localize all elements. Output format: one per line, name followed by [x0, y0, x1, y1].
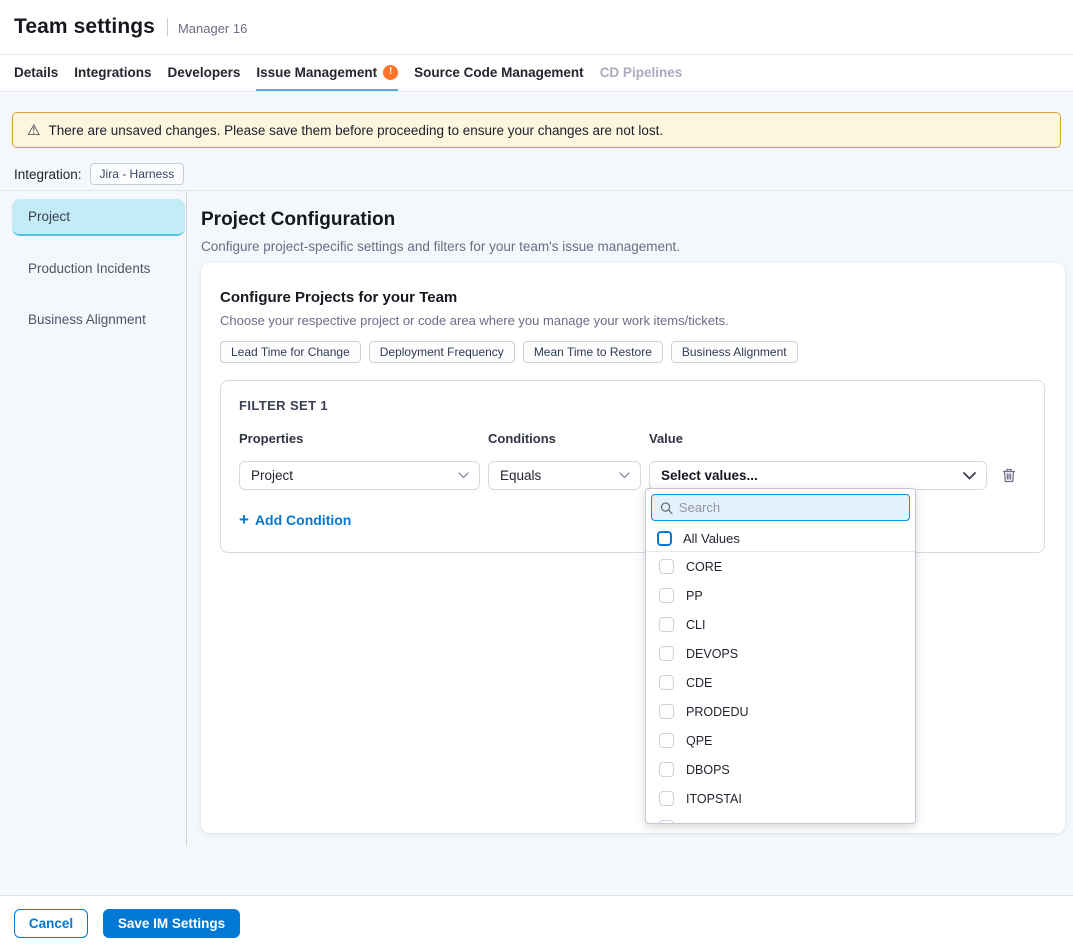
tab-developers[interactable]: Developers — [168, 56, 241, 91]
condition-select[interactable]: Equals — [488, 461, 641, 490]
tab-source-code-management[interactable]: Source Code Management — [414, 56, 584, 91]
all-values-option[interactable]: All Values — [646, 525, 915, 552]
checkbox[interactable] — [659, 559, 674, 574]
chip-deployment-frequency: Deployment Frequency — [369, 341, 515, 363]
dropdown-option-core[interactable]: CORE — [646, 552, 915, 581]
dropdown-option-devops[interactable]: DEVOPS — [646, 639, 915, 668]
card-title: Configure Projects for your Team — [220, 289, 1045, 306]
unsaved-changes-badge-icon: ! — [383, 65, 398, 80]
plus-icon: + — [239, 511, 249, 528]
chip-mean-time-to-restore: Mean Time to Restore — [523, 341, 663, 363]
sidebar-item-project[interactable]: Project — [12, 199, 185, 236]
checkbox-all-values[interactable] — [657, 531, 672, 546]
checkbox[interactable] — [659, 588, 674, 603]
checkbox[interactable] — [659, 762, 674, 777]
chevron-down-icon — [963, 472, 976, 480]
chevron-down-icon — [458, 472, 469, 479]
chip-business-alignment: Business Alignment — [671, 341, 798, 363]
title-divider — [167, 18, 168, 36]
unsaved-changes-banner: ⚠ There are unsaved changes. Please save… — [12, 112, 1061, 148]
trash-icon — [1001, 467, 1017, 484]
checkbox[interactable] — [659, 617, 674, 632]
project-config-panel: Configure Projects for your Team Choose … — [201, 263, 1065, 833]
sidebar-item-business-alignment[interactable]: Business Alignment — [0, 301, 186, 338]
dropdown-search[interactable] — [651, 494, 910, 521]
save-im-settings-button[interactable]: Save IM Settings — [103, 909, 240, 938]
property-select[interactable]: Project — [239, 461, 480, 490]
tab-cd-pipelines: CD Pipelines — [600, 56, 683, 91]
filter-set-1: FILTER SET 1 Properties Conditions Value… — [220, 380, 1045, 553]
filter-row: Project Equals Select values... — [239, 461, 1026, 490]
settings-tabbar: Details Integrations Developers Issue Ma… — [0, 56, 1073, 92]
dropdown-option-pp[interactable]: PP — [646, 581, 915, 610]
page-header: Team settings Manager 16 — [0, 0, 1073, 55]
warning-triangle-icon: ⚠ — [27, 123, 40, 138]
checkbox[interactable] — [659, 820, 674, 824]
team-name: Manager 16 — [178, 18, 247, 36]
dropdown-option-qpe[interactable]: QPE — [646, 726, 915, 755]
section-sidebar: Project Production Incidents Business Al… — [0, 191, 186, 338]
chevron-down-icon — [619, 472, 630, 479]
tab-details[interactable]: Details — [14, 56, 58, 91]
sidebar-item-production-incidents[interactable]: Production Incidents — [0, 250, 186, 287]
tab-integrations[interactable]: Integrations — [74, 56, 151, 91]
footer-actions: Cancel Save IM Settings — [0, 895, 1073, 951]
value-multiselect[interactable]: Select values... — [649, 461, 987, 490]
search-input[interactable] — [679, 500, 901, 515]
checkbox[interactable] — [659, 704, 674, 719]
dropdown-option-prodedu[interactable]: PRODEDU — [646, 697, 915, 726]
checkbox[interactable] — [659, 791, 674, 806]
properties-column-label: Properties — [239, 431, 480, 446]
dropdown-option-pipe[interactable]: PIPE — [646, 813, 915, 824]
integration-chip[interactable]: Jira - Harness — [90, 163, 185, 185]
integration-label: Integration: — [14, 167, 82, 182]
card-subtitle: Choose your respective project or code a… — [220, 313, 1045, 328]
tab-issue-management[interactable]: Issue Management ! — [256, 56, 398, 91]
checkbox[interactable] — [659, 733, 674, 748]
dropdown-option-itopstai[interactable]: ITOPSTAI — [646, 784, 915, 813]
value-dropdown-popover: All Values CORE PP CLI DEVOPS CDE PRODED… — [645, 488, 916, 824]
conditions-column-label: Conditions — [488, 431, 641, 446]
search-icon — [660, 501, 673, 515]
add-condition-button[interactable]: + Add Condition — [239, 511, 351, 528]
cancel-button[interactable]: Cancel — [14, 909, 88, 938]
dropdown-option-dbops[interactable]: DBOPS — [646, 755, 915, 784]
value-column-label: Value — [649, 431, 987, 446]
filter-set-title: FILTER SET 1 — [239, 398, 1026, 413]
dropdown-option-cde[interactable]: CDE — [646, 668, 915, 697]
section-title: Project Configuration — [201, 209, 395, 231]
integration-row: Integration: Jira - Harness — [14, 163, 184, 185]
checkbox[interactable] — [659, 646, 674, 661]
warning-text: There are unsaved changes. Please save t… — [48, 123, 663, 138]
page-title: Team settings — [14, 15, 155, 39]
dropdown-option-cli[interactable]: CLI — [646, 610, 915, 639]
filter-column-labels: Properties Conditions Value — [239, 413, 1026, 446]
delete-filter-button[interactable] — [995, 462, 1023, 490]
team-settings-page: Team settings Manager 16 Details Integra… — [0, 0, 1073, 951]
metric-chips: Lead Time for Change Deployment Frequenc… — [220, 341, 1045, 363]
chip-lead-time-for-change: Lead Time for Change — [220, 341, 361, 363]
section-subtitle: Configure project-specific settings and … — [201, 239, 680, 254]
checkbox[interactable] — [659, 675, 674, 690]
sidebar-divider — [186, 191, 187, 846]
